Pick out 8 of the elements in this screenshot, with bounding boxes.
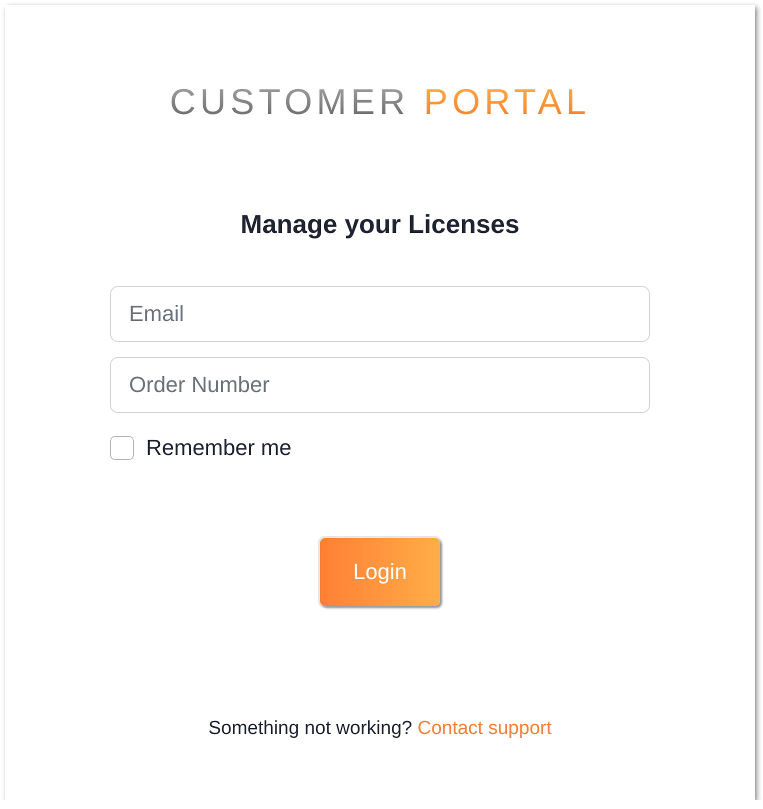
login-button[interactable]: Login	[320, 538, 440, 606]
checkbox[interactable]	[110, 436, 134, 460]
contact-support-link[interactable]: Contact support	[417, 718, 552, 739]
input-field[interactable]: Order Number	[110, 357, 650, 413]
page-heading: Manage your Licenses	[240, 208, 520, 240]
checkbox-label[interactable]: Remember me	[146, 435, 292, 461]
help-text: Something not working?	[208, 718, 412, 739]
input-field[interactable]: Email	[110, 286, 650, 342]
